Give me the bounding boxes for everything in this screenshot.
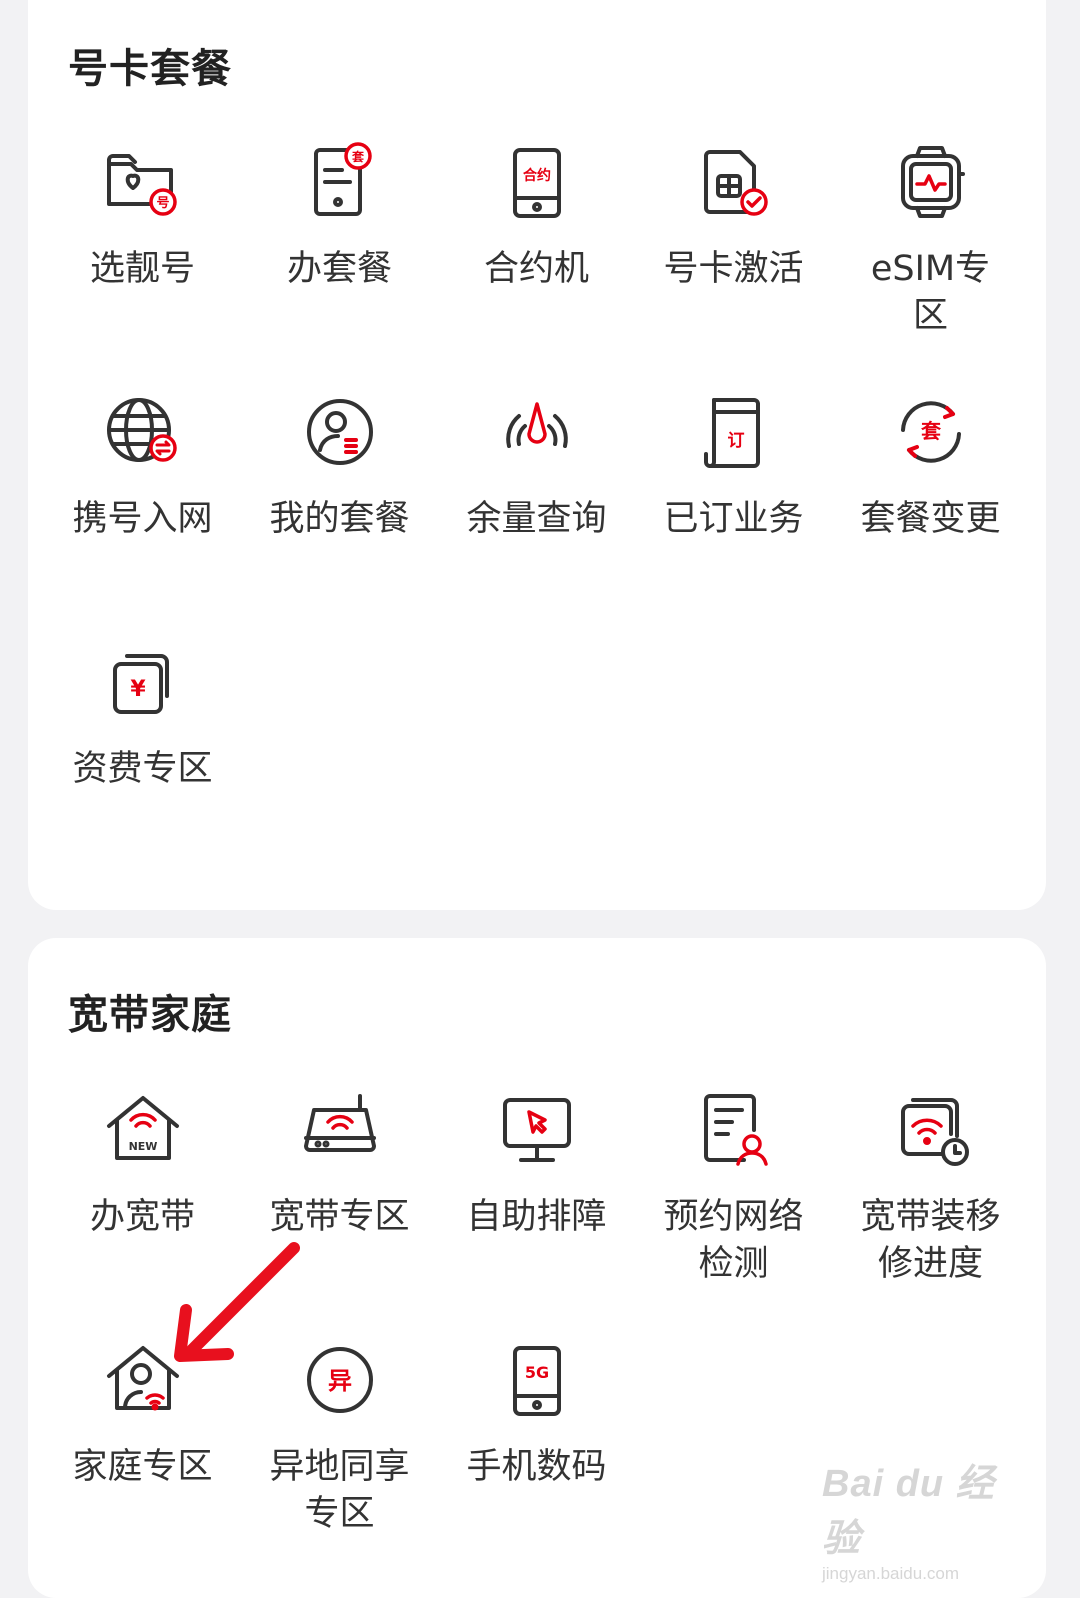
wifi-progress-clock-icon [889,1088,973,1172]
grid-item-label: 家庭专区 [72,1447,213,1487]
phone-contract-icon: 合约 [495,140,579,224]
grid-item-balance-query[interactable]: 余量查询 [438,390,635,543]
grid-item-self-troubleshoot[interactable]: 自助排障 [438,1088,635,1241]
svg-text:订: 订 [727,431,744,451]
grid-item-my-plan[interactable]: 我的套餐 [241,390,438,543]
section-card-number-plans: 号卡套餐 号 选靓号 套 办套餐 合约 合约机 号卡激活 eSIM专区 携号入网… [28,0,1046,910]
svg-text:5G: 5G [524,1363,548,1382]
svg-text:合约: 合约 [523,167,551,184]
router-icon [298,1088,382,1172]
user-plan-icon [298,390,382,474]
grid-item-label: 自助排障 [466,1197,607,1237]
grid-item-tariff-zone[interactable]: ¥ 资费专区 [44,640,241,793]
document-package-icon: 套 [298,140,382,224]
grid-item-phone-digital[interactable]: 5G 手机数码 [438,1338,635,1491]
grid-item-label: 选靓号 [89,249,195,289]
grid-item-label: 资费专区 [72,749,213,789]
grid-item-esim-zone[interactable]: eSIM专区 [832,140,1029,340]
service-grid: 号 选靓号 套 办套餐 合约 合约机 号卡激活 eSIM专区 携号入网 我的套餐… [44,0,1030,910]
grid-item-number-porting[interactable]: 携号入网 [44,390,241,543]
watermark-url: jingyan.baidu.com [822,1564,960,1583]
grid-item-choose-number[interactable]: 号 选靓号 [44,140,241,293]
home-wifi-new-icon: NEW [101,1088,185,1172]
grid-item-label: eSIM专区 [870,249,991,336]
grid-item-label: 办宽带 [89,1197,195,1237]
grid-item-plan-change[interactable]: 套 套餐变更 [832,390,1029,543]
grid-item-label: 办套餐 [286,249,392,289]
grid-item-label: 异地同享专区 [269,1447,410,1534]
svg-text:NEW: NEW [128,1140,157,1153]
package-refresh-icon: 套 [889,390,973,474]
grid-item-label: 余量查询 [466,499,607,539]
sim-card-check-icon [692,140,776,224]
circle-yi-icon: 异 [298,1338,382,1422]
grid-item-contract-phone[interactable]: 合约 合约机 [438,140,635,293]
grid-item-book-network-check[interactable]: 预约网络检测 [635,1088,832,1288]
svg-text:号: 号 [156,196,169,211]
smartwatch-icon [889,140,973,224]
grid-item-remote-share[interactable]: 异 异地同享专区 [241,1338,438,1538]
grid-item-label: 预约网络检测 [663,1197,804,1284]
grid-item-label: 手机数码 [466,1447,607,1487]
grid-item-label: 宽带专区 [269,1197,410,1237]
tariff-yuan-icon: ¥ [101,640,185,724]
home-user-icon [101,1338,185,1422]
watermark: Bai du 经验 jingyan.baidu.com [822,1452,1022,1583]
subscribed-document-icon: 订 [692,390,776,474]
grid-item-label: 合约机 [483,249,589,289]
grid-item-label: 已订业务 [663,499,804,539]
folder-heart-number-icon: 号 [101,140,185,224]
grid-item-label: 套餐变更 [860,499,1001,539]
grid-item-family-zone[interactable]: 家庭专区 [44,1338,241,1491]
svg-text:¥: ¥ [130,677,146,702]
monitor-cursor-icon [495,1088,579,1172]
watermark-logo: Bai du 经验 [822,1463,995,1560]
grid-item-label: 我的套餐 [269,499,410,539]
grid-item-apply-broadband[interactable]: NEW 办宽带 [44,1088,241,1241]
grid-item-label: 宽带装移修进度 [860,1197,1001,1284]
grid-item-sim-activation[interactable]: 号卡激活 [635,140,832,293]
grid-item-broadband-progress[interactable]: 宽带装移修进度 [832,1088,1029,1288]
svg-text:套: 套 [921,419,941,443]
svg-text:套: 套 [350,149,364,164]
globe-transfer-icon [101,390,185,474]
grid-item-subscribed-services[interactable]: 订 已订业务 [635,390,832,543]
document-inspect-icon [692,1088,776,1172]
grid-item-label: 号卡激活 [663,249,804,289]
phone-5g-icon: 5G [495,1338,579,1422]
grid-item-label: 携号入网 [72,499,213,539]
svg-text:异: 异 [328,1367,352,1395]
grid-item-apply-plan[interactable]: 套 办套餐 [241,140,438,293]
grid-item-broadband-zone[interactable]: 宽带专区 [241,1088,438,1241]
signal-gauge-icon [495,390,579,474]
